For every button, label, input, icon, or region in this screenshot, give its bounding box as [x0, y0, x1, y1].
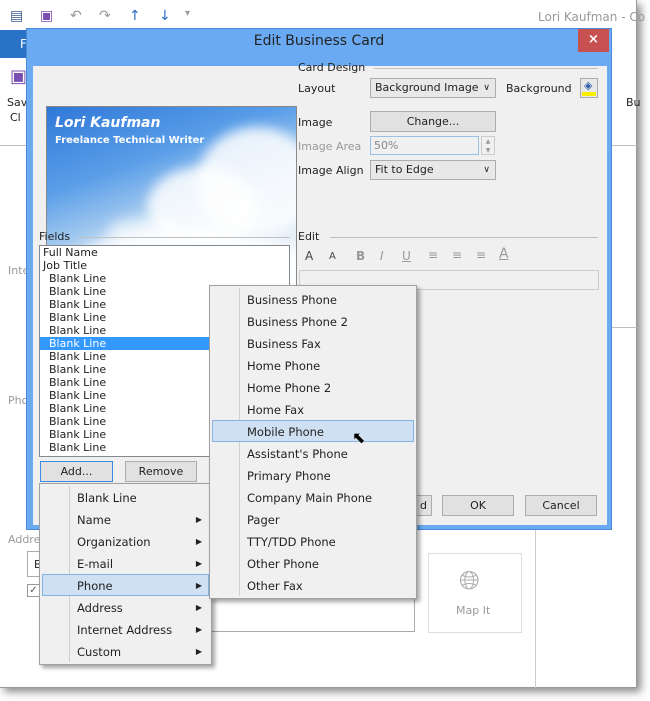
card-name: Lori Kaufman [55, 115, 161, 131]
up-arrow-icon[interactable]: ↑ [129, 8, 141, 24]
address-textbox[interactable] [210, 595, 415, 632]
down-arrow-icon[interactable]: ↓ [159, 8, 171, 24]
redo-icon[interactable]: ↷ [99, 8, 111, 24]
map-it-button[interactable]: 🌐︎ Map It [428, 553, 522, 633]
ribbon-button-label[interactable]: Bu [626, 96, 641, 109]
customize-icon[interactable]: ▾ [185, 8, 190, 19]
card-job-title: Freelance Technical Writer [55, 135, 205, 146]
window-title: Lori Kaufman - Co [538, 10, 646, 24]
business-card-preview: Lori Kaufman Freelance Technical Writer [46, 106, 297, 308]
dialog-title: Edit Business Card [253, 33, 385, 49]
card-design-header: Card Design [298, 61, 366, 74]
save-icon[interactable]: ▣ [40, 8, 53, 24]
mailing-address-checkbox[interactable]: ✓ [27, 584, 40, 597]
address-label: Addre [8, 533, 41, 546]
map-it-label: Map It [456, 604, 491, 617]
file-tab[interactable]: F [0, 30, 27, 58]
save-close-label-2: Cl [10, 111, 21, 124]
save-close-icon: ▣ [10, 66, 28, 87]
edit-business-card-dialog: Edit Business Card × Lori Kaufman Freela… [26, 28, 612, 530]
globe-pin-icon: 🌐︎ [459, 566, 480, 596]
undo-icon[interactable]: ↶ [70, 8, 82, 24]
address-type-select[interactable]: B [27, 551, 47, 577]
dialog-body: Lori Kaufman Freelance Technical Writer [33, 66, 607, 525]
contact-card-icon: ▤ [10, 8, 24, 24]
save-close-label[interactable]: Sav [7, 96, 27, 109]
close-button[interactable]: × [578, 29, 609, 52]
